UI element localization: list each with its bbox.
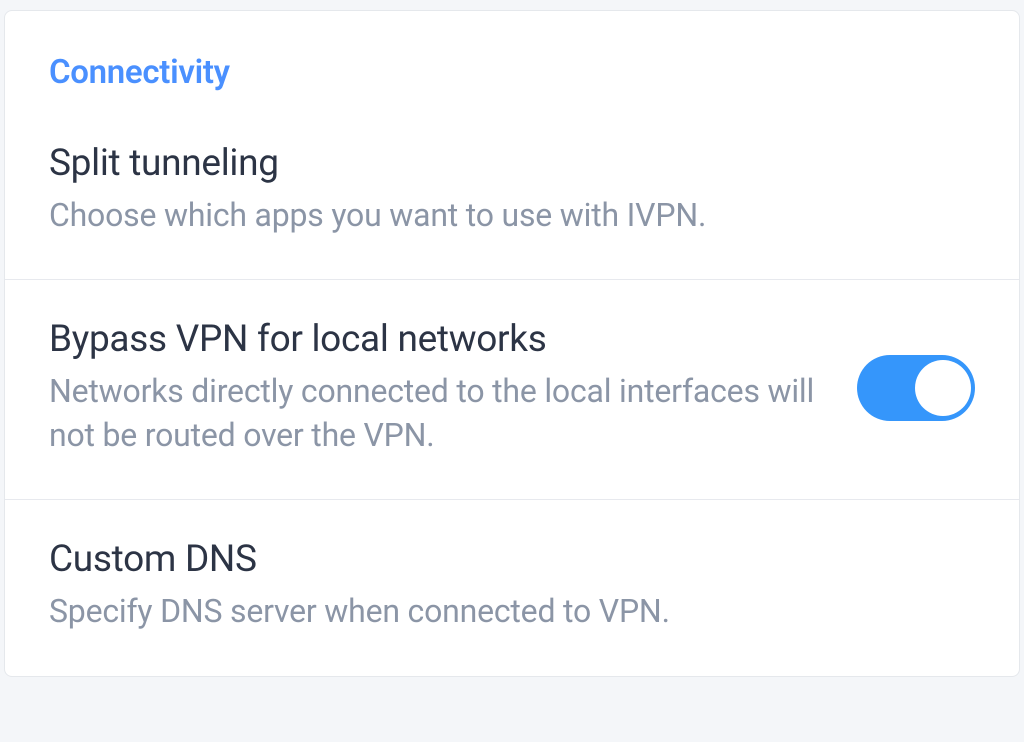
split-tunneling-title: Split tunneling	[49, 142, 951, 185]
split-tunneling-desc: Choose which apps you want to use with I…	[49, 193, 951, 237]
setting-bypass-local: Bypass VPN for local networks Networks d…	[5, 280, 1019, 500]
setting-text-block: Split tunneling Choose which apps you wa…	[49, 142, 975, 237]
custom-dns-desc: Specify DNS server when connected to VPN…	[49, 589, 951, 633]
setting-text-block: Bypass VPN for local networks Networks d…	[49, 318, 857, 457]
setting-split-tunneling[interactable]: Split tunneling Choose which apps you wa…	[5, 128, 1019, 280]
setting-text-block: Custom DNS Specify DNS server when conne…	[49, 538, 975, 633]
bypass-local-title: Bypass VPN for local networks	[49, 318, 833, 361]
bypass-local-toggle[interactable]	[857, 355, 975, 421]
bypass-local-desc: Networks directly connected to the local…	[49, 369, 833, 457]
setting-custom-dns[interactable]: Custom DNS Specify DNS server when conne…	[5, 500, 1019, 675]
custom-dns-title: Custom DNS	[49, 538, 951, 581]
connectivity-panel: Connectivity Split tunneling Choose whic…	[4, 10, 1020, 677]
section-title: Connectivity	[5, 11, 1019, 128]
toggle-knob	[915, 360, 971, 416]
